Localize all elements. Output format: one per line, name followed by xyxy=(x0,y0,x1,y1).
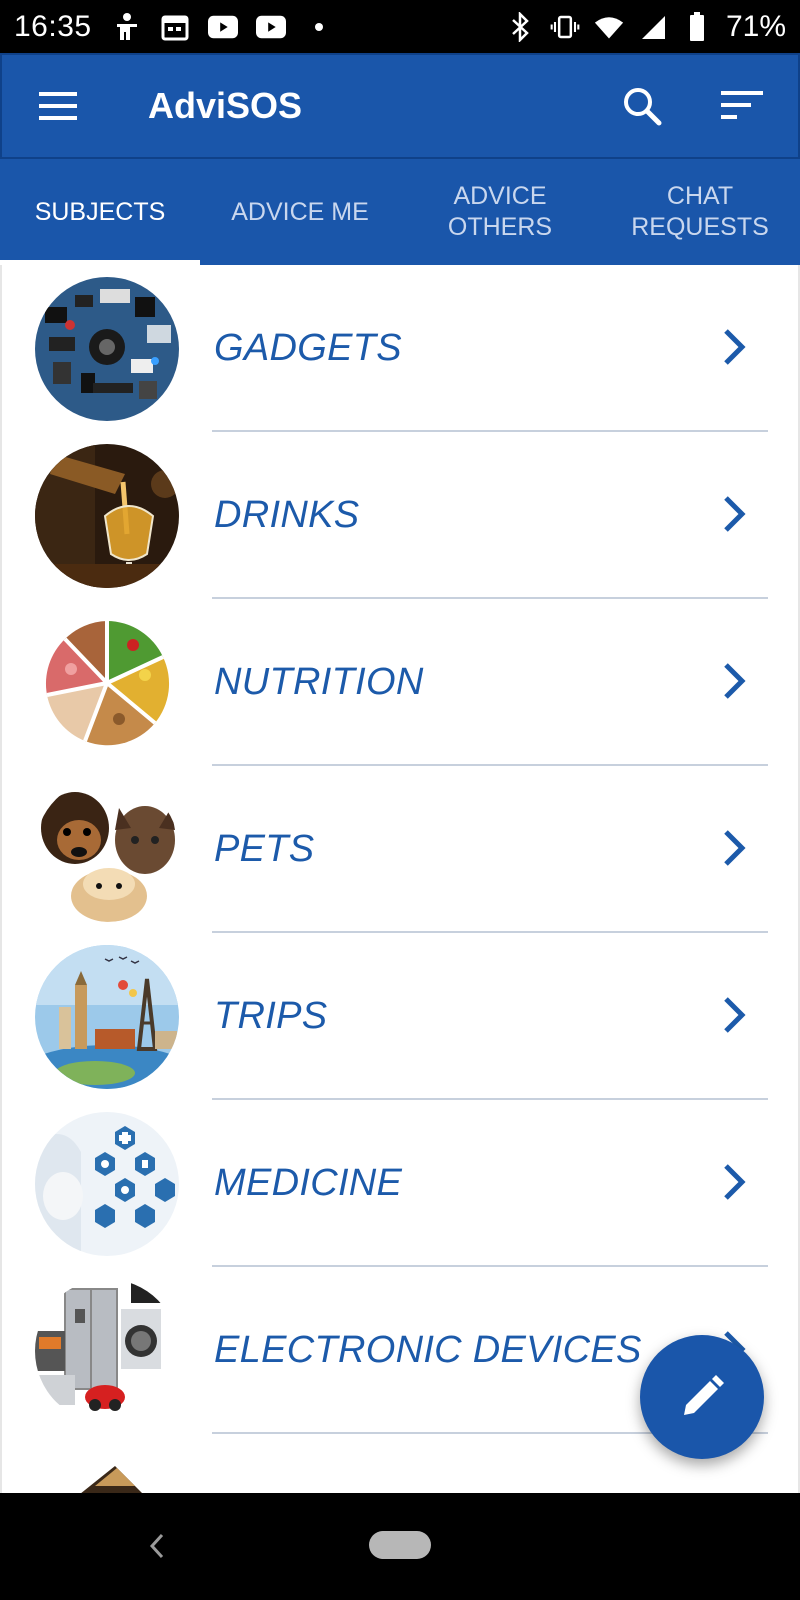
electronic-devices-thumbnail xyxy=(35,1279,179,1423)
dot-icon xyxy=(304,12,334,42)
nutrition-thumbnail xyxy=(35,611,179,755)
sort-icon xyxy=(721,91,763,119)
youtube-icon xyxy=(207,12,238,42)
tab-chat-requests[interactable]: CHAT REQUESTS xyxy=(600,159,800,265)
status-notification-icons xyxy=(112,12,334,42)
tab-advice-others[interactable]: ADVICE OTHERS xyxy=(400,159,600,265)
pets-thumbnail xyxy=(35,778,179,922)
youtube-icon xyxy=(255,12,286,42)
subject-row-medicine[interactable]: MEDICINE xyxy=(2,1100,798,1267)
medicine-thumbnail xyxy=(35,1112,179,1256)
subject-row-gadgets[interactable]: GADGETS xyxy=(2,265,798,432)
home-pill-icon[interactable] xyxy=(369,1531,431,1559)
chevron-right-icon xyxy=(724,830,746,866)
status-bar: 16:35 71% xyxy=(0,0,800,53)
tab-chat-requests-label: CHAT REQUESTS xyxy=(631,182,769,241)
status-system-icons: 71% xyxy=(506,10,786,44)
search-icon xyxy=(624,88,662,126)
bluetooth-icon xyxy=(506,11,536,42)
subject-label: ELECTRONIC DEVICES xyxy=(214,1329,642,1371)
subject-label: MEDICINE xyxy=(214,1162,403,1204)
tab-advice-me[interactable]: ADVICE ME xyxy=(200,159,400,265)
drinks-thumbnail xyxy=(35,444,179,588)
back-icon[interactable] xyxy=(142,1529,172,1563)
menu-icon xyxy=(39,92,77,120)
signal-icon xyxy=(638,12,668,42)
tab-subjects[interactable]: SUBJECTS xyxy=(0,159,200,265)
partial-thumbnail xyxy=(35,1446,179,1493)
subject-label: DRINKS xyxy=(214,494,360,536)
battery-percentage: 71% xyxy=(725,9,786,43)
tab-bar: SUBJECTS ADVICE ME ADVICE OTHERS CHAT RE… xyxy=(0,159,800,265)
menu-button[interactable] xyxy=(30,78,86,134)
subjects-list: GADGETS DRINKS NUTRITION PETS TRIPS MEDI… xyxy=(0,265,800,1493)
app-title: AdviSOS xyxy=(148,85,303,126)
calendar-icon xyxy=(160,12,190,42)
subject-row-pets[interactable]: PETS xyxy=(2,766,798,933)
tab-advice-others-label: ADVICE OTHERS xyxy=(447,182,553,241)
subject-label: NUTRITION xyxy=(214,661,424,703)
subject-row-drinks[interactable]: DRINKS xyxy=(2,432,798,599)
subject-row-trips[interactable]: TRIPS xyxy=(2,933,798,1100)
wifi-icon xyxy=(594,12,624,42)
app-screen: 16:35 71% AdviSOS SUBJECTS ADVICE ME ADV… xyxy=(0,0,800,1600)
battery-icon xyxy=(682,11,712,42)
subject-label: GADGETS xyxy=(214,327,402,369)
subject-row-nutrition[interactable]: NUTRITION xyxy=(2,599,798,766)
app-bar: AdviSOS xyxy=(0,53,800,159)
sort-button[interactable] xyxy=(714,78,770,134)
gadgets-thumbnail xyxy=(35,277,179,421)
chevron-right-icon xyxy=(724,329,746,365)
chevron-right-icon xyxy=(724,997,746,1033)
vibrate-icon xyxy=(550,12,580,42)
trips-thumbnail xyxy=(35,945,179,1089)
chevron-right-icon xyxy=(724,663,746,699)
subject-label: PETS xyxy=(214,828,315,870)
chevron-right-icon xyxy=(724,496,746,532)
search-button[interactable] xyxy=(614,78,670,134)
chevron-right-icon xyxy=(724,1164,746,1200)
compose-fab-button[interactable] xyxy=(640,1335,764,1459)
navigation-bar xyxy=(0,1493,800,1600)
pencil-icon xyxy=(684,1375,724,1415)
accessibility-icon xyxy=(112,12,142,42)
status-time: 16:35 xyxy=(14,9,92,43)
subject-label: TRIPS xyxy=(214,995,328,1037)
